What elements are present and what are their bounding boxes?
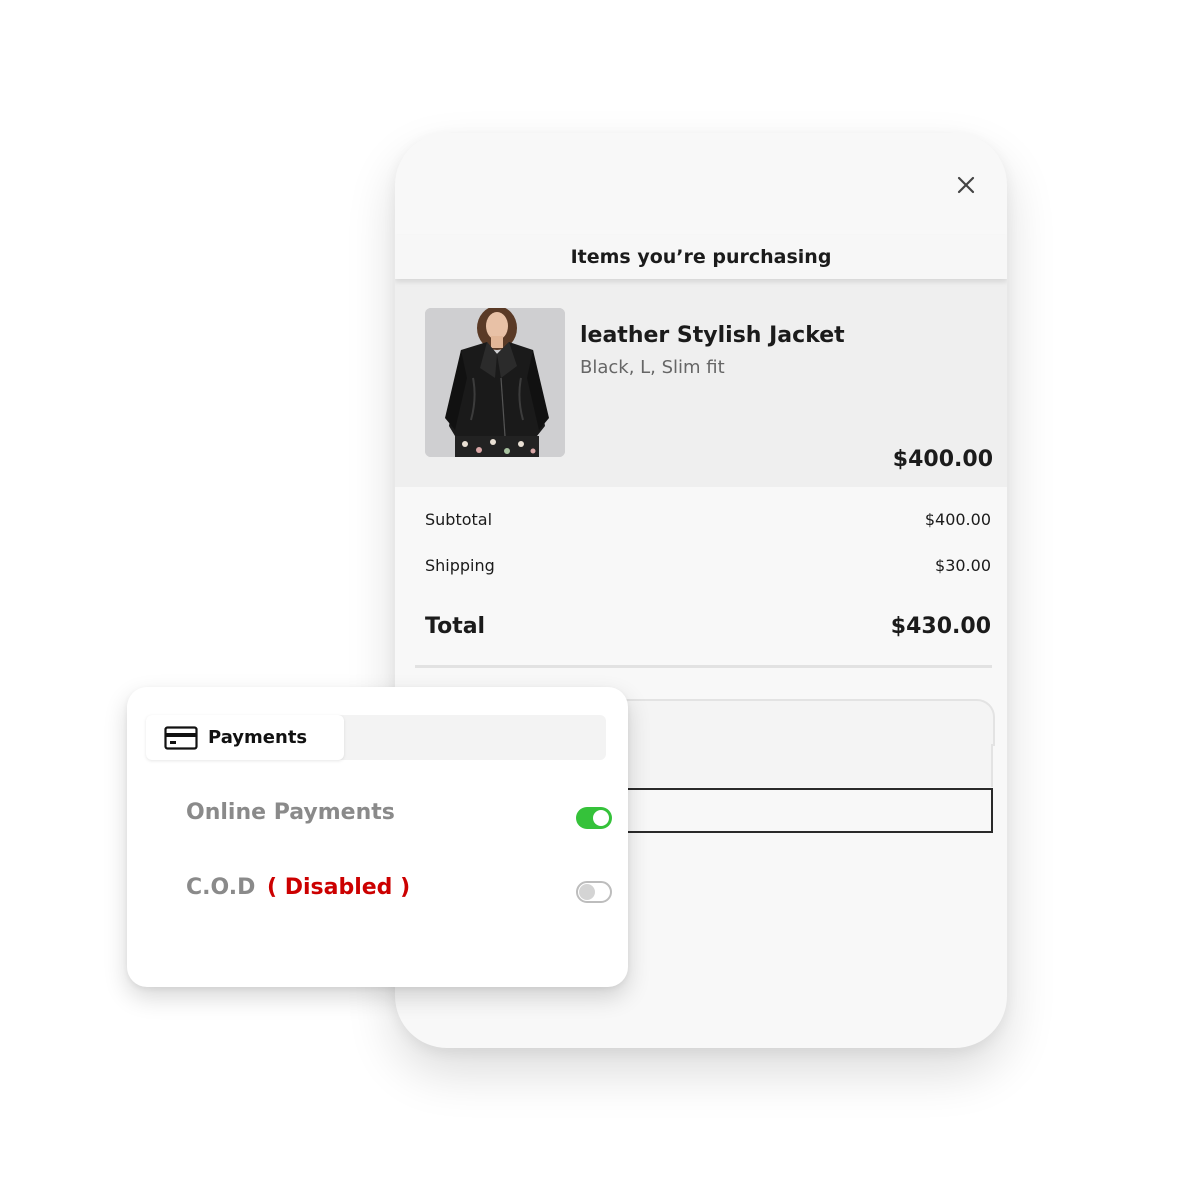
credit-card-icon [164,725,198,750]
close-button[interactable] [951,170,981,200]
subtotal-row: Subtotal $400.00 [425,510,991,529]
product-name: leather Stylish Jacket [580,323,845,348]
total-row: Total $430.00 [425,614,991,639]
subtotal-value: $400.00 [924,510,991,529]
toggle-knob [579,884,595,900]
screen: Items you’re purchasing leather Stylish … [0,0,1200,1200]
shipping-row: Shipping $30.00 [425,556,991,575]
product-price: $400.00 [892,447,993,472]
online-payments-label: Online Payments [186,800,395,825]
payments-panel: Payments Online Payments C.O.D ( Disable… [127,687,628,987]
close-icon [951,170,981,200]
payments-tab-bar: Payments [146,715,606,760]
summary-divider [415,665,992,668]
cod-label: C.O.D ( Disabled ) [186,875,410,900]
shipping-value: $30.00 [935,556,991,575]
subtotal-label: Subtotal [425,510,493,529]
total-label: Total [425,614,486,639]
cod-toggle[interactable] [576,881,612,903]
payment-field-3[interactable] [625,788,993,833]
product-image [425,308,565,457]
tab-payments-label: Payments [208,727,308,748]
total-value: $430.00 [890,614,991,639]
tab-payments[interactable]: Payments [146,715,344,760]
payment-field-2[interactable] [625,744,993,787]
toggle-knob [593,810,609,826]
cod-disabled-tag: ( Disabled ) [267,875,411,900]
payment-field-1[interactable] [625,699,995,746]
product-variant: Black, L, Slim fit [580,357,725,378]
product-row[interactable]: leather Stylish Jacket Black, L, Slim fi… [395,279,1007,487]
online-payments-toggle[interactable] [576,807,612,829]
online-payments-text: Online Payments [186,800,395,825]
shipping-label: Shipping [425,556,495,575]
cod-text: C.O.D [186,875,256,900]
items-header: Items you’re purchasing [395,235,1007,279]
